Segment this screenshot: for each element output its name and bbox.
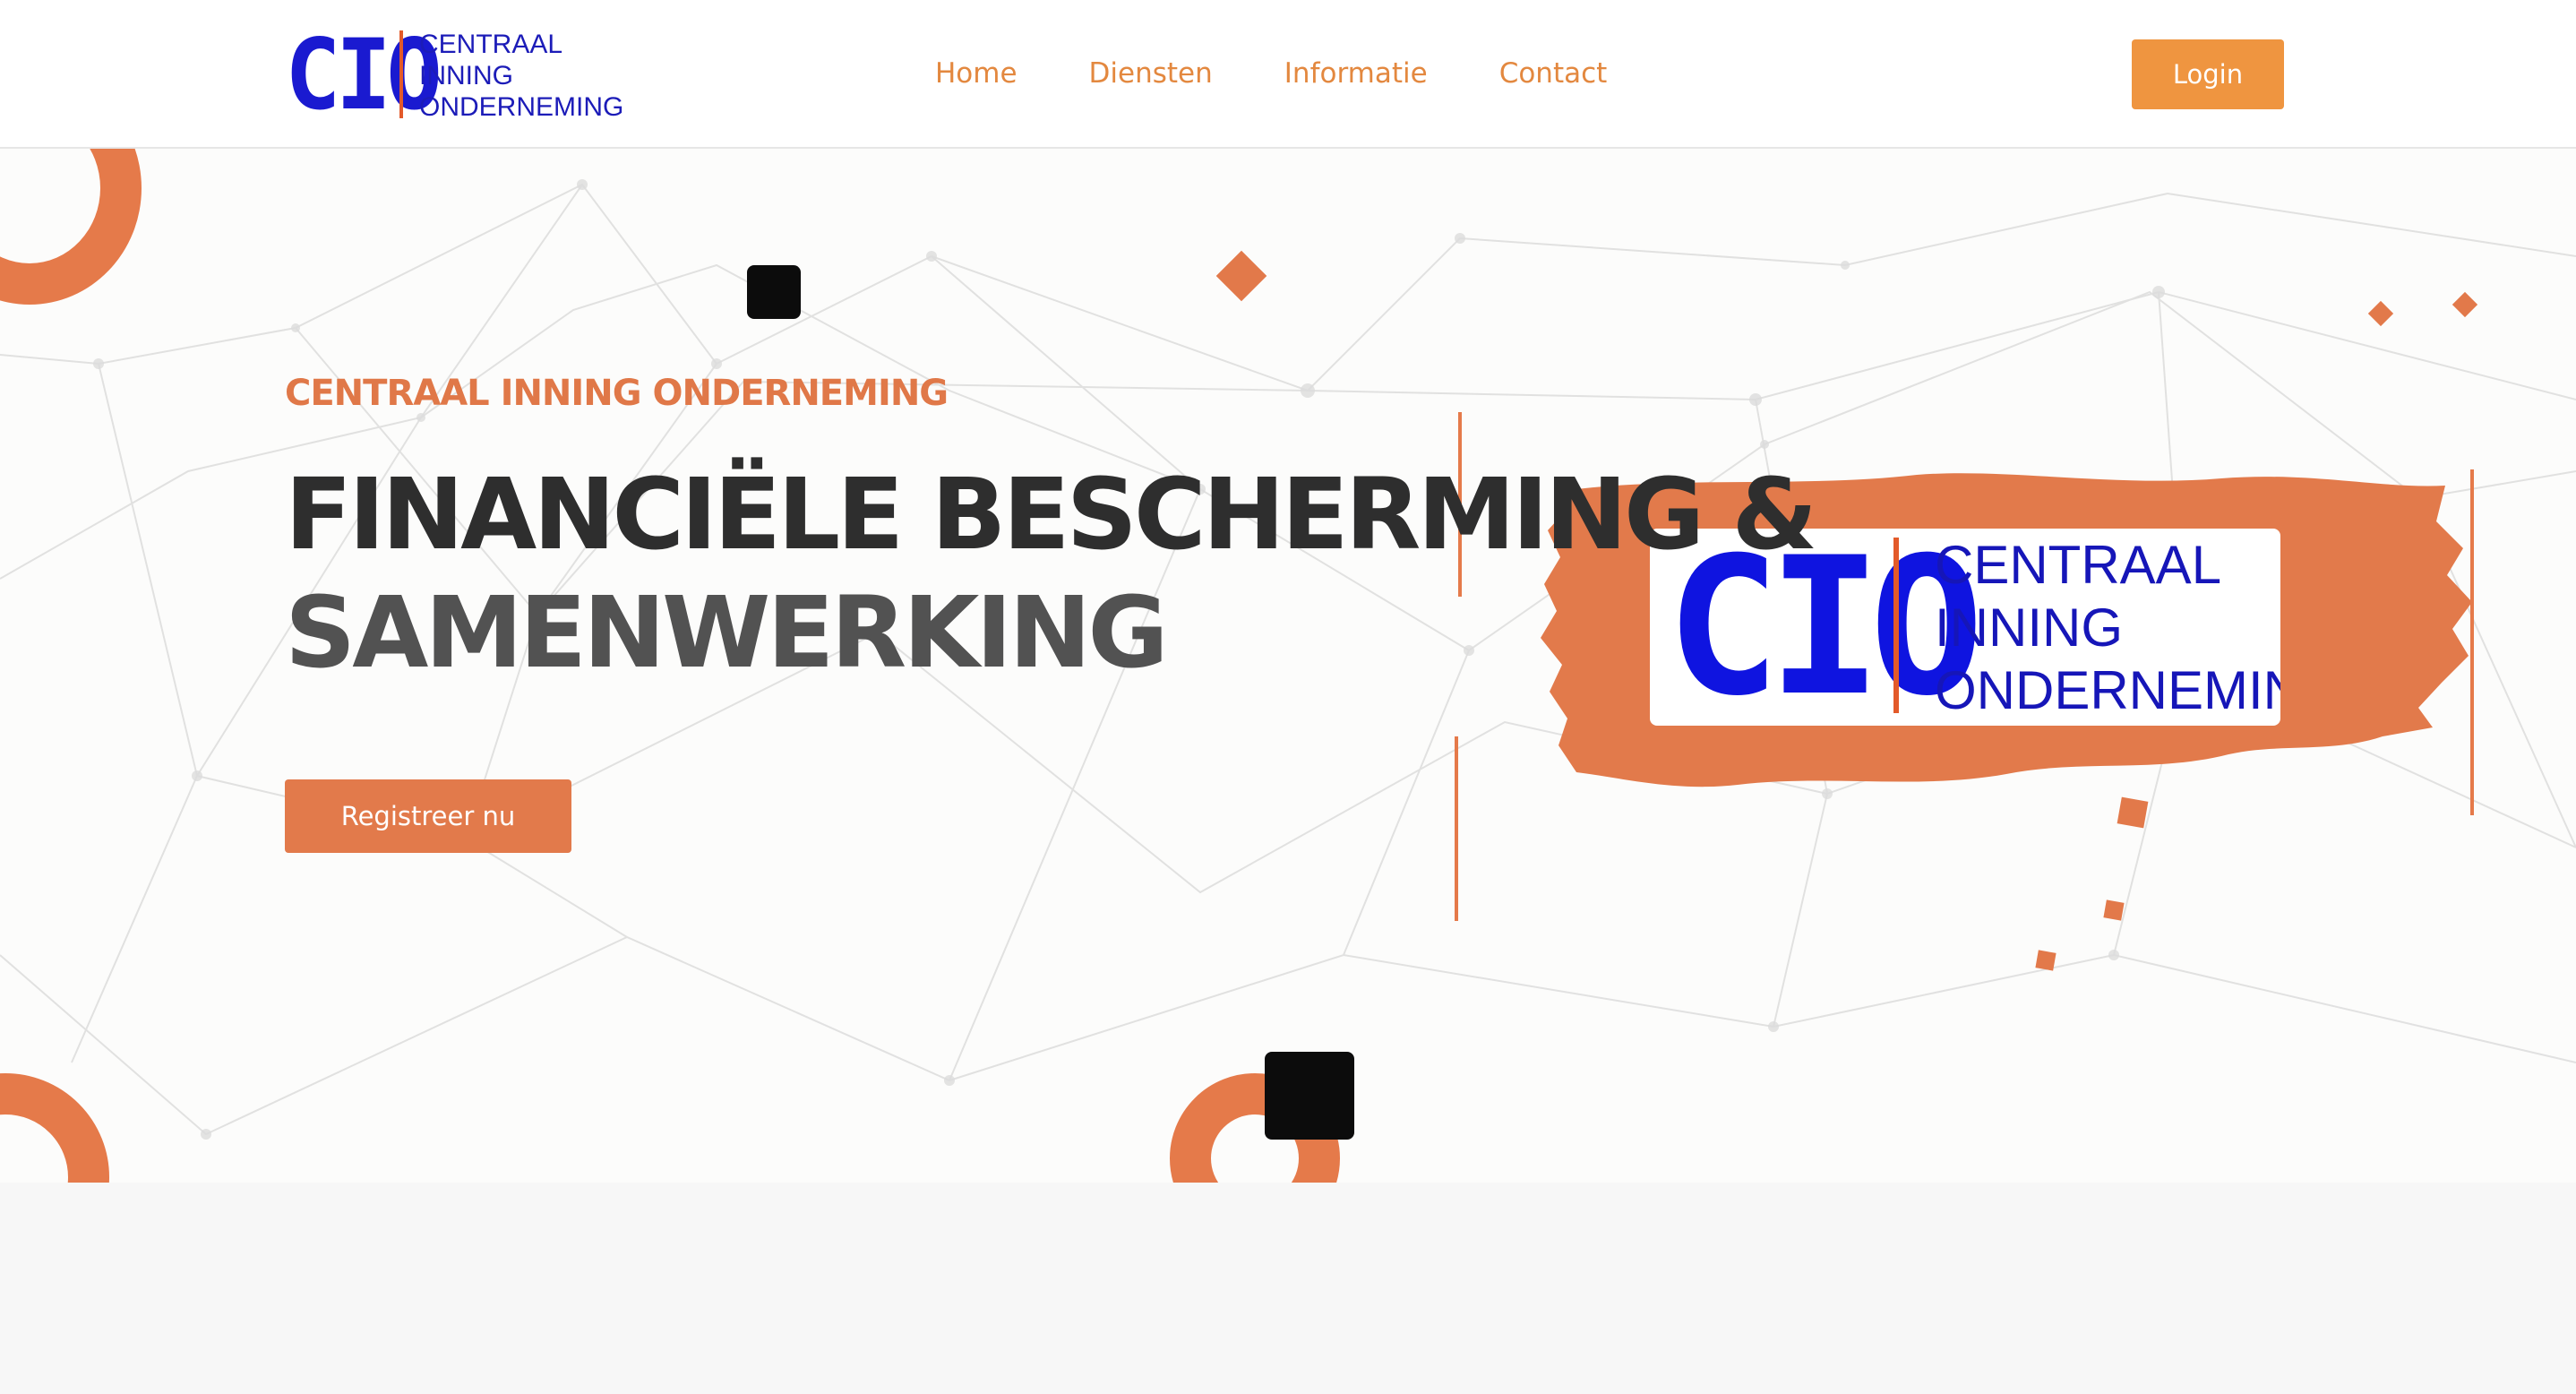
main-nav: Home Diensten Informatie Contact xyxy=(935,54,1607,93)
register-button[interactable]: Registreer nu xyxy=(285,779,571,853)
square-decoration xyxy=(2117,796,2149,829)
card-logo-word: ONDERNEMING xyxy=(1935,660,2280,720)
hero-headline: FINANCIËLE BESCHERMING & SAMENWERKING xyxy=(285,455,1817,692)
nav-home[interactable]: Home xyxy=(935,54,1018,93)
card-logo-word: CENTRAAL xyxy=(1935,535,2222,595)
hero-headline-line2: SAMENWERKING xyxy=(285,575,1169,690)
nav-contact[interactable]: Contact xyxy=(1499,54,1608,93)
black-square-decoration xyxy=(747,265,801,319)
logo-mark: CIO xyxy=(285,16,442,133)
nav-informatie[interactable]: Informatie xyxy=(1284,54,1428,93)
logo-word: CENTRAAL xyxy=(419,30,563,59)
square-decoration xyxy=(2103,899,2125,921)
card-logo-wordmark: CENTRAAL INNING ONDERNEMING xyxy=(1935,534,2280,722)
hero-headline-line1: FINANCIËLE BESCHERMING & xyxy=(285,457,1817,572)
hero-eyebrow: CENTRAAL INNING ONDERNEMING xyxy=(285,373,949,414)
login-button[interactable]: Login xyxy=(2132,39,2284,109)
hero-section: CIO CENTRAAL INNING ONDERNEMING CENTRAAL… xyxy=(0,149,2576,1183)
logo-wordmark: CENTRAAL INNING ONDERNEMING xyxy=(419,29,623,123)
vertical-line-decoration xyxy=(1455,736,1458,921)
logo-divider xyxy=(399,30,403,118)
card-logo-word: INNING xyxy=(1935,598,2123,658)
square-decoration xyxy=(2035,950,2057,971)
logo-word: INNING xyxy=(419,61,513,90)
lower-section xyxy=(0,1183,2576,1394)
logo-word: ONDERNEMING xyxy=(419,92,624,122)
site-logo[interactable]: CIO CENTRAAL INNING ONDERNEMING xyxy=(285,16,623,133)
card-logo-divider xyxy=(1893,538,1899,713)
site-header: CIO CENTRAAL INNING ONDERNEMING Home Die… xyxy=(0,0,2576,149)
black-square-decoration xyxy=(1265,1052,1354,1140)
nav-diensten[interactable]: Diensten xyxy=(1089,54,1213,93)
